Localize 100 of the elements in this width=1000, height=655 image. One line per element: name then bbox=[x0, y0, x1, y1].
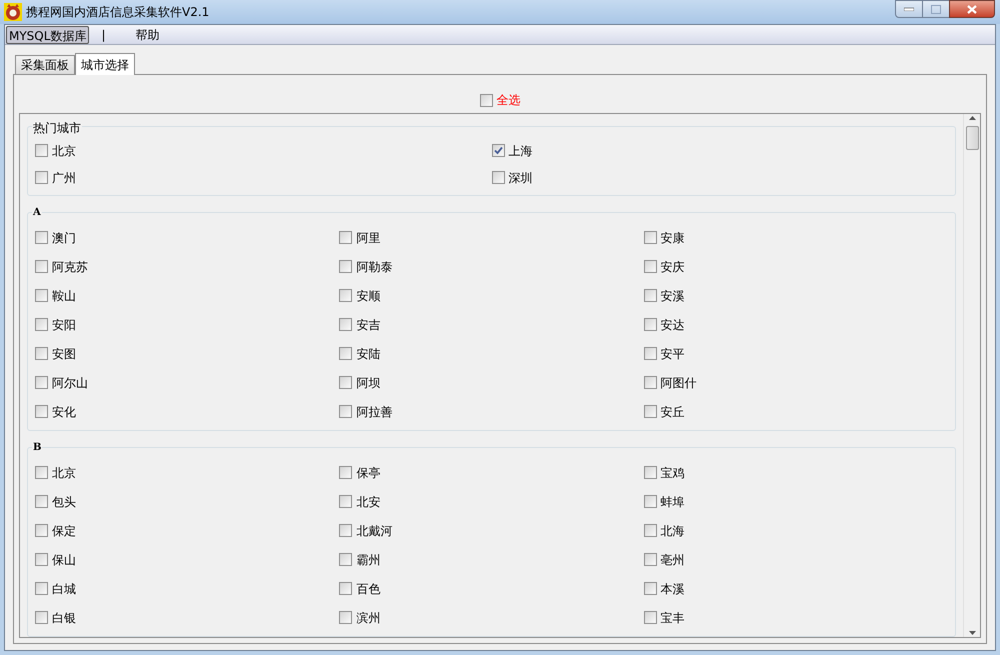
checkbox[interactable] bbox=[339, 347, 352, 360]
scrollbar-thumb[interactable] bbox=[966, 126, 978, 150]
city-label[interactable]: 阿勒泰 bbox=[356, 258, 392, 276]
checkbox[interactable] bbox=[35, 376, 48, 389]
checkbox[interactable] bbox=[35, 466, 48, 479]
close-button[interactable] bbox=[949, 0, 995, 18]
city-label[interactable]: 保山 bbox=[52, 550, 76, 568]
city-label[interactable]: 鞍山 bbox=[52, 286, 76, 304]
city-label[interactable]: 深圳 bbox=[508, 168, 532, 186]
city-label[interactable]: 安丘 bbox=[660, 402, 685, 420]
menu-item[interactable]: 帮助 bbox=[133, 26, 162, 44]
checkbox[interactable] bbox=[644, 405, 657, 418]
city-label[interactable]: 安阳 bbox=[52, 316, 76, 334]
checkbox[interactable] bbox=[339, 495, 352, 508]
city-label[interactable]: 宝鸡 bbox=[660, 464, 685, 482]
checkbox[interactable] bbox=[492, 144, 504, 157]
city-label[interactable]: 阿图什 bbox=[660, 374, 697, 392]
city-label[interactable]: 滨州 bbox=[356, 608, 380, 626]
city-label[interactable]: 白银 bbox=[52, 608, 76, 626]
city-label[interactable]: 保定 bbox=[52, 522, 76, 540]
checkbox[interactable] bbox=[339, 289, 352, 302]
city-label[interactable]: 安陆 bbox=[356, 344, 380, 362]
checkbox[interactable] bbox=[644, 466, 657, 479]
checkbox[interactable] bbox=[492, 171, 504, 184]
city-label[interactable]: 北京 bbox=[52, 142, 76, 160]
checkbox[interactable] bbox=[35, 144, 48, 157]
city-label[interactable]: 保亭 bbox=[356, 464, 380, 482]
vertical-scrollbar[interactable] bbox=[963, 114, 980, 637]
city-label[interactable]: 本溪 bbox=[660, 580, 685, 598]
city-label[interactable]: 北戴河 bbox=[356, 522, 392, 540]
city-label[interactable]: 安顺 bbox=[356, 286, 380, 304]
city-label[interactable]: 白城 bbox=[52, 580, 76, 598]
city-label[interactable]: 百色 bbox=[356, 580, 380, 598]
menu-item[interactable]: MYSQL数据库 bbox=[6, 26, 90, 44]
checkbox[interactable] bbox=[35, 495, 48, 508]
city-label[interactable]: 阿拉善 bbox=[356, 402, 392, 420]
checkbox[interactable] bbox=[339, 260, 352, 273]
checkbox[interactable] bbox=[35, 260, 48, 273]
city-label[interactable]: 霸州 bbox=[356, 550, 380, 568]
checkbox[interactable] bbox=[644, 495, 657, 508]
checkbox[interactable] bbox=[35, 582, 48, 595]
city-label[interactable]: 阿里 bbox=[356, 228, 380, 246]
checkbox[interactable] bbox=[35, 405, 48, 418]
city-label[interactable]: 蚌埠 bbox=[660, 492, 685, 510]
checkbox[interactable] bbox=[480, 94, 492, 106]
checkbox[interactable] bbox=[339, 318, 352, 331]
city-label[interactable]: 澳门 bbox=[52, 228, 76, 246]
scroll-down-icon[interactable] bbox=[968, 631, 976, 635]
checkbox[interactable] bbox=[644, 260, 657, 273]
checkbox[interactable] bbox=[644, 553, 657, 566]
checkbox[interactable] bbox=[35, 231, 48, 244]
checkbox[interactable] bbox=[35, 289, 48, 302]
checkbox[interactable] bbox=[644, 347, 657, 360]
city-label[interactable]: 安图 bbox=[52, 344, 76, 362]
city-label[interactable]: 阿坝 bbox=[356, 374, 380, 392]
city-label[interactable]: 安康 bbox=[660, 228, 685, 246]
city-label[interactable]: 广州 bbox=[52, 168, 76, 186]
city-label[interactable]: 北海 bbox=[660, 522, 685, 540]
menu-separator: | bbox=[100, 26, 106, 44]
city-label[interactable]: 上海 bbox=[508, 142, 532, 160]
scroll-up-icon[interactable] bbox=[968, 116, 976, 120]
tab[interactable]: 城市选择 bbox=[75, 53, 135, 75]
checkbox[interactable] bbox=[35, 524, 48, 537]
checkbox[interactable] bbox=[339, 582, 352, 595]
checkbox[interactable] bbox=[339, 405, 352, 418]
city-label[interactable]: 亳州 bbox=[660, 550, 685, 568]
city-label[interactable]: 安吉 bbox=[356, 316, 380, 334]
city-label[interactable]: 阿尔山 bbox=[52, 374, 88, 392]
checkbox[interactable] bbox=[644, 524, 657, 537]
city-label[interactable]: 安溪 bbox=[660, 286, 685, 304]
checkbox[interactable] bbox=[35, 611, 48, 624]
city-label[interactable]: 北京 bbox=[52, 464, 76, 482]
city-label[interactable]: 安庆 bbox=[660, 258, 685, 276]
checkbox[interactable] bbox=[644, 611, 657, 624]
city-label[interactable]: 安平 bbox=[660, 344, 685, 362]
city-label[interactable]: 北安 bbox=[356, 492, 380, 510]
city-label[interactable]: 阿克苏 bbox=[52, 258, 88, 276]
checkbox[interactable] bbox=[35, 553, 48, 566]
checkbox[interactable] bbox=[339, 231, 352, 244]
city-label[interactable]: 安达 bbox=[660, 316, 685, 334]
checkbox[interactable] bbox=[35, 347, 48, 360]
checkbox[interactable] bbox=[339, 553, 352, 566]
tab[interactable]: 采集面板 bbox=[15, 55, 75, 74]
checkbox[interactable] bbox=[35, 171, 48, 184]
select-all-label[interactable]: 全选 bbox=[496, 91, 520, 109]
maximize-button[interactable] bbox=[923, 0, 949, 18]
checkbox[interactable] bbox=[339, 524, 352, 537]
checkbox[interactable] bbox=[644, 289, 657, 302]
checkbox[interactable] bbox=[644, 376, 657, 389]
city-label[interactable]: 安化 bbox=[52, 402, 76, 420]
city-label[interactable]: 宝丰 bbox=[660, 608, 685, 626]
checkbox[interactable] bbox=[644, 231, 657, 244]
checkbox[interactable] bbox=[339, 376, 352, 389]
checkbox[interactable] bbox=[644, 582, 657, 595]
checkbox[interactable] bbox=[339, 611, 352, 624]
city-label[interactable]: 包头 bbox=[52, 492, 76, 510]
checkbox[interactable] bbox=[35, 318, 48, 331]
checkbox[interactable] bbox=[339, 466, 352, 479]
checkbox[interactable] bbox=[644, 318, 657, 331]
minimize-button[interactable] bbox=[895, 0, 923, 18]
